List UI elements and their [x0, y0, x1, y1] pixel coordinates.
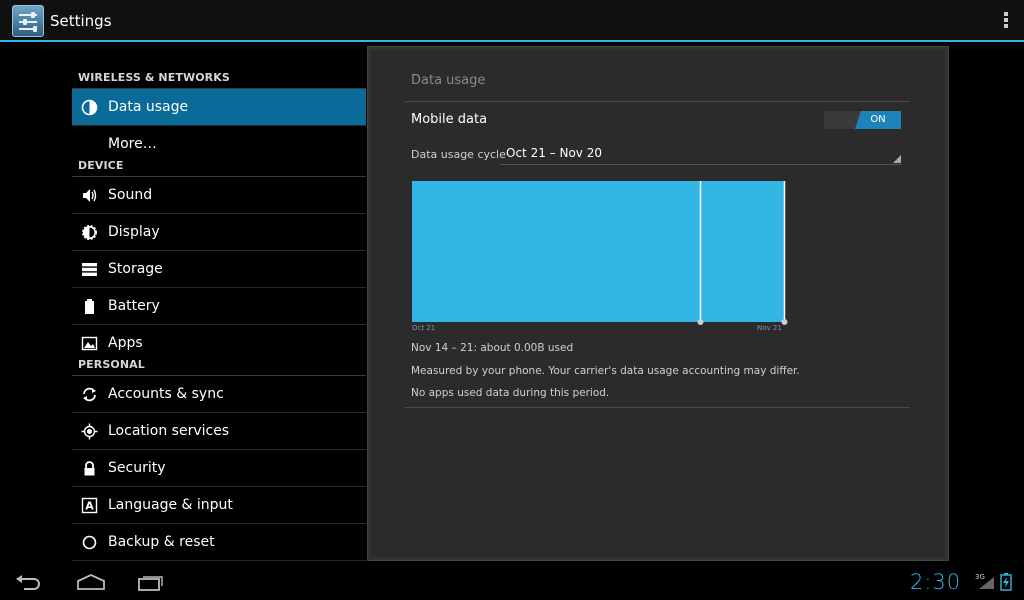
settings-item-label: Security [108, 460, 166, 476]
backup-icon [82, 535, 97, 550]
back-icon[interactable] [14, 573, 44, 593]
settings-item-display[interactable]: Display [72, 214, 366, 251]
settings-item-label: Sound [108, 187, 153, 203]
settings-item-backup[interactable]: Backup & reset [72, 524, 366, 561]
usage-chart-area [412, 181, 785, 322]
battery-charging-icon [1000, 573, 1012, 591]
mobile-data-label: Mobile data [411, 112, 488, 127]
page-title: Data usage [411, 73, 486, 88]
sync-icon [83, 387, 96, 402]
sound-icon [83, 189, 97, 202]
recent-apps-icon[interactable] [137, 573, 165, 591]
status-clock[interactable]: 2:30 [910, 570, 961, 594]
settings-item-label: Storage [108, 261, 163, 277]
chart-end-sweep-handle[interactable] [781, 319, 788, 325]
home-icon[interactable] [76, 573, 106, 591]
settings-app-icon[interactable] [12, 5, 44, 37]
svg-text:A: A [85, 500, 94, 513]
action-bar: Settings [0, 0, 1024, 42]
data-usage-icon [81, 99, 98, 116]
apps-icon [81, 336, 98, 351]
chart-end-label: Nov 21 [757, 324, 782, 332]
settings-item-security[interactable]: Security [72, 450, 366, 487]
measured-note: Measured by your phone. Your carrier's d… [411, 365, 800, 377]
settings-item-label: Accounts & sync [108, 386, 224, 402]
settings-item-label: More… [108, 136, 157, 152]
divider [405, 407, 910, 408]
settings-list[interactable]: WIRELESS & NETWORKS Data usage More… DEV… [72, 44, 366, 566]
app-title[interactable]: Settings [50, 12, 112, 30]
category-header-wireless: WIRELESS & NETWORKS [78, 71, 230, 84]
settings-item-storage[interactable]: Storage [72, 251, 366, 288]
battery-icon [85, 299, 94, 314]
language-icon: A [81, 497, 98, 514]
settings-item-label: Backup & reset [108, 534, 215, 550]
usage-summary: Nov 14 – 21: about 0.00B used [411, 342, 574, 354]
toggle-state: ON [855, 111, 901, 129]
settings-item-label: Language & input [108, 497, 233, 513]
data-usage-cycle-label: Data usage cycle [411, 148, 506, 161]
settings-item-label: Location services [108, 423, 230, 439]
storage-icon [82, 263, 97, 276]
mobile-data-toggle[interactable]: ON [824, 111, 901, 129]
settings-item-label: Battery [108, 298, 160, 314]
settings-item-battery[interactable]: Battery [72, 288, 366, 325]
settings-item-more[interactable]: More… [72, 126, 366, 163]
location-icon [81, 423, 98, 440]
chart-start-sweep-handle[interactable] [697, 319, 704, 325]
lock-icon [84, 461, 95, 476]
signal-icon [979, 577, 994, 589]
settings-item-label: Display [108, 224, 160, 240]
settings-item-label: Apps [108, 335, 143, 351]
data-usage-cycle-spinner[interactable]: Oct 21 – Nov 20 [500, 145, 902, 165]
settings-item-data-usage[interactable]: Data usage [72, 89, 366, 126]
settings-item-sound[interactable]: Sound [72, 177, 366, 214]
settings-item-label: Data usage [108, 99, 189, 115]
display-icon [82, 225, 97, 240]
settings-item-accounts-sync[interactable]: Accounts & sync [72, 376, 366, 413]
spinner-arrow-icon [893, 155, 901, 163]
settings-item-apps[interactable]: Apps [72, 325, 366, 362]
data-usage-chart[interactable] [412, 181, 792, 331]
cycle-value: Oct 21 – Nov 20 [506, 146, 602, 160]
settings-item-language[interactable]: A Language & input [72, 487, 366, 524]
chart-start-label: Oct 21 [412, 324, 436, 332]
settings-item-location[interactable]: Location services [72, 413, 366, 450]
no-apps-note: No apps used data during this period. [411, 387, 610, 399]
overflow-menu-icon[interactable] [1004, 12, 1008, 30]
divider [405, 101, 910, 102]
